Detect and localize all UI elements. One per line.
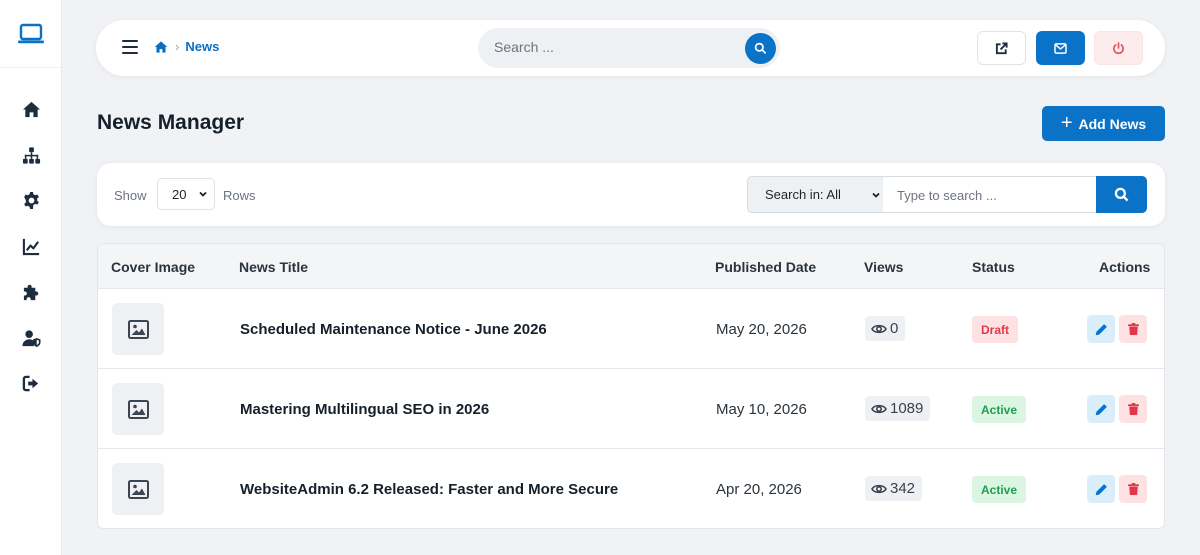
puzzle-icon bbox=[23, 284, 38, 300]
global-search-input[interactable] bbox=[494, 39, 734, 55]
rows-per-page-select[interactable]: 20 bbox=[157, 178, 215, 210]
external-link-icon bbox=[995, 41, 1008, 54]
global-search bbox=[478, 28, 780, 68]
published-date: Apr 20, 2026 bbox=[716, 481, 802, 498]
published-date: May 20, 2026 bbox=[716, 321, 807, 338]
pencil-icon bbox=[1095, 403, 1107, 415]
sidebar-item-plugins[interactable] bbox=[19, 280, 43, 304]
status-badge: Active bbox=[972, 476, 1027, 503]
views-count: 1089 bbox=[865, 396, 931, 421]
views-count: 342 bbox=[865, 476, 923, 501]
page-title: News Manager bbox=[97, 111, 245, 134]
column-header-published-date: Published Date bbox=[715, 259, 817, 275]
breadcrumb: › News bbox=[154, 39, 219, 54]
column-header-cover-image: Cover Image bbox=[111, 259, 196, 275]
table-search-input[interactable] bbox=[897, 188, 1087, 203]
chart-line-icon bbox=[22, 238, 39, 255]
table-row: Scheduled Maintenance Notice - June 2026… bbox=[98, 289, 1164, 369]
status-badge: Active bbox=[972, 396, 1027, 423]
trash-icon bbox=[1127, 403, 1139, 415]
column-header-actions: Actions bbox=[1099, 259, 1151, 275]
table-search-field bbox=[883, 176, 1097, 213]
plus-icon: + bbox=[1060, 111, 1073, 134]
gear-icon bbox=[23, 191, 39, 209]
menu-toggle-icon[interactable] bbox=[122, 40, 138, 54]
rows-label: Rows bbox=[223, 188, 256, 203]
power-button[interactable] bbox=[1094, 31, 1143, 65]
sidebar-item-settings[interactable] bbox=[19, 188, 43, 212]
eye-icon bbox=[871, 404, 887, 413]
views-count: 0 bbox=[865, 316, 906, 341]
open-site-button[interactable] bbox=[977, 31, 1026, 65]
image-placeholder-icon bbox=[127, 319, 149, 339]
add-news-button[interactable]: + Add News bbox=[1042, 106, 1165, 141]
delete-button[interactable] bbox=[1119, 395, 1147, 423]
search-icon bbox=[754, 42, 767, 54]
news-title[interactable]: Mastering Multilingual SEO in 2026 bbox=[240, 401, 489, 418]
chevron-down-icon bbox=[872, 191, 880, 199]
column-header-views: Views bbox=[864, 259, 904, 275]
chevron-down-icon bbox=[199, 190, 207, 198]
cover-image bbox=[112, 463, 164, 515]
logout-icon bbox=[22, 375, 38, 391]
breadcrumb-current[interactable]: News bbox=[185, 39, 219, 54]
delete-button[interactable] bbox=[1119, 315, 1147, 343]
table-row: Mastering Multilingual SEO in 2026 May 1… bbox=[98, 369, 1164, 449]
add-news-label: Add News bbox=[1078, 115, 1147, 132]
column-header-status: Status bbox=[972, 259, 1015, 275]
edit-button[interactable] bbox=[1087, 475, 1115, 503]
edit-button[interactable] bbox=[1087, 395, 1115, 423]
search-icon bbox=[1114, 187, 1129, 202]
envelope-icon bbox=[1054, 42, 1067, 54]
sitemap-icon bbox=[22, 146, 40, 164]
pencil-icon bbox=[1095, 483, 1107, 495]
sidebar-item-logout[interactable] bbox=[19, 371, 43, 395]
news-table: Cover Image News Title Published Date Vi… bbox=[97, 243, 1165, 529]
show-label: Show bbox=[114, 188, 147, 203]
sidebar-item-sitemap[interactable] bbox=[19, 143, 43, 167]
delete-button[interactable] bbox=[1119, 475, 1147, 503]
messages-button[interactable] bbox=[1036, 31, 1085, 65]
image-placeholder-icon bbox=[127, 399, 149, 419]
news-title[interactable]: WebsiteAdmin 6.2 Released: Faster and Mo… bbox=[240, 481, 618, 498]
eye-icon bbox=[871, 484, 887, 493]
sidebar-item-home[interactable] bbox=[19, 97, 43, 121]
news-title[interactable]: Scheduled Maintenance Notice - June 2026 bbox=[240, 321, 547, 338]
table-search-button[interactable] bbox=[1096, 176, 1147, 213]
views-value: 0 bbox=[890, 320, 899, 337]
rows-per-page-value: 20 bbox=[172, 186, 187, 202]
cover-image bbox=[112, 303, 164, 355]
trash-icon bbox=[1127, 323, 1139, 335]
sidebar-item-analytics[interactable] bbox=[19, 234, 43, 258]
column-header-news-title: News Title bbox=[239, 259, 308, 275]
cover-image bbox=[112, 383, 164, 435]
search-scope-value: Search in: All bbox=[765, 187, 841, 202]
laptop-icon bbox=[17, 23, 44, 43]
sidebar bbox=[0, 0, 62, 555]
sidebar-item-users[interactable] bbox=[19, 326, 43, 350]
sidebar-logo[interactable] bbox=[0, 0, 61, 68]
trash-icon bbox=[1127, 483, 1139, 495]
table-header: Cover Image News Title Published Date Vi… bbox=[98, 244, 1164, 289]
filter-bar: Show 20 Rows Search in: All bbox=[97, 163, 1165, 226]
search-scope-select[interactable]: Search in: All bbox=[747, 176, 884, 213]
views-value: 1089 bbox=[890, 400, 924, 417]
table-row: WebsiteAdmin 6.2 Released: Faster and Mo… bbox=[98, 449, 1164, 528]
global-search-button[interactable] bbox=[745, 33, 776, 64]
eye-icon bbox=[871, 324, 887, 333]
breadcrumb-separator-icon: › bbox=[175, 39, 180, 54]
image-placeholder-icon bbox=[127, 479, 149, 499]
edit-button[interactable] bbox=[1087, 315, 1115, 343]
pencil-icon bbox=[1095, 323, 1107, 335]
topbar: › News bbox=[96, 20, 1165, 76]
published-date: May 10, 2026 bbox=[716, 401, 807, 418]
user-shield-icon bbox=[21, 329, 41, 347]
power-icon bbox=[1113, 41, 1124, 54]
views-value: 342 bbox=[890, 480, 916, 497]
home-icon[interactable] bbox=[154, 40, 168, 54]
home-icon bbox=[22, 101, 40, 117]
status-badge: Draft bbox=[972, 316, 1019, 343]
